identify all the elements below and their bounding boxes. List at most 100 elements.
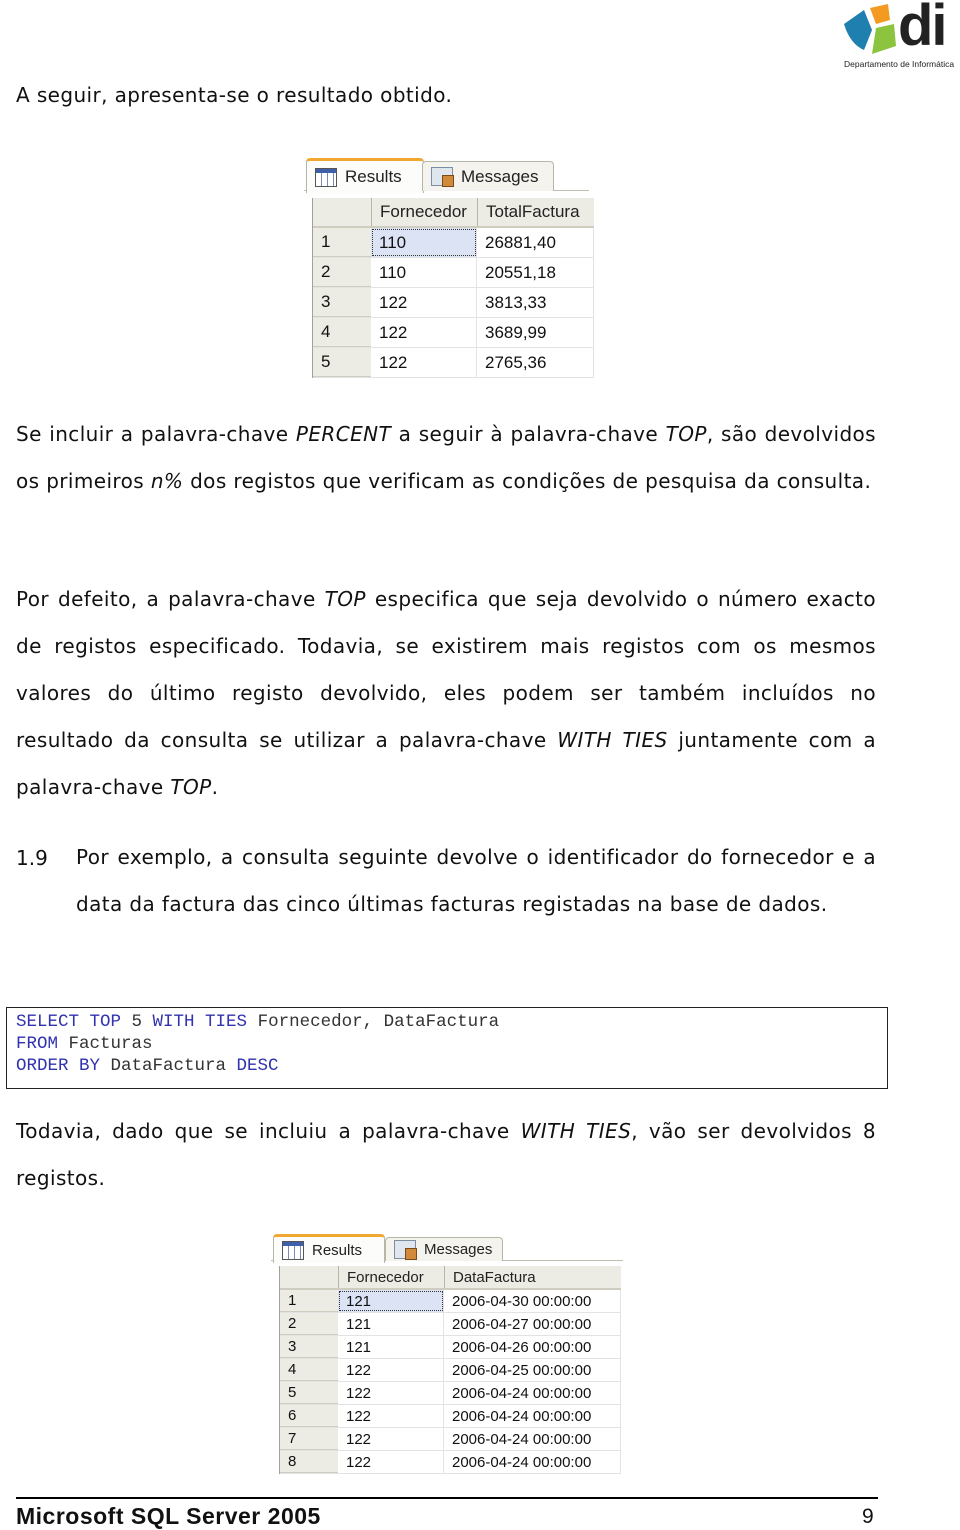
table-row[interactable]: 2 121 2006-04-27 00:00:00: [280, 1313, 621, 1336]
tab-label: Results: [312, 1241, 363, 1259]
table-row[interactable]: 4 122 3689,99: [313, 318, 594, 348]
table-cell[interactable]: 20551,18: [477, 258, 594, 287]
keyword: WITH TIES: [557, 728, 668, 752]
table-cell[interactable]: 121: [338, 1336, 444, 1358]
sql-text: Fornecedor, DataFactura: [247, 1012, 500, 1032]
grid-header: Fornecedor TotalFactura: [313, 198, 594, 228]
tab-results[interactable]: Results: [273, 1234, 385, 1263]
tab-label: Messages: [461, 166, 539, 186]
results-grid: Fornecedor DataFactura 1 121 2006-04-30 00…: [279, 1266, 621, 1474]
row-number: 4: [313, 318, 371, 347]
tab-messages[interactable]: Messages: [385, 1237, 503, 1261]
row-number: 4: [280, 1359, 338, 1381]
tab-messages[interactable]: Messages: [422, 161, 554, 191]
grid-header: Fornecedor DataFactura: [280, 1266, 621, 1290]
table-cell[interactable]: 3689,99: [477, 318, 594, 347]
intro-paragraph: A seguir, apresenta-se o resultado obtid…: [16, 83, 453, 107]
table-cell[interactable]: 2006-04-24 00:00:00: [444, 1451, 621, 1473]
text: a seguir à palavra-chave: [391, 422, 666, 446]
row-number: 2: [313, 258, 371, 287]
tab-label: Results: [345, 167, 402, 186]
table-cell[interactable]: 122: [371, 288, 477, 317]
ties-paragraph: Por defeito, a palavra-chave TOP especif…: [16, 576, 876, 811]
table-cell[interactable]: 26881,40: [477, 228, 594, 257]
table-cell[interactable]: 2006-04-30 00:00:00: [444, 1290, 621, 1312]
grid-icon: [282, 1240, 304, 1260]
table-cell[interactable]: 122: [371, 348, 477, 377]
keyword: TOP: [665, 422, 707, 446]
results-tabs: Results Messages: [304, 158, 589, 193]
sql-keyword: FROM: [16, 1034, 59, 1054]
sql-keyword: DESC: [236, 1056, 279, 1076]
table-cell[interactable]: 110: [371, 258, 477, 287]
table-row[interactable]: 2 110 20551,18: [313, 258, 594, 288]
code-line: ORDER BY DataFactura DESC: [16, 1055, 878, 1077]
table-cell[interactable]: 2006-04-27 00:00:00: [444, 1313, 621, 1335]
row-number: 3: [313, 288, 371, 317]
sql-code-block: SELECT TOP 5 WITH TIES Fornecedor, DataF…: [6, 1007, 888, 1089]
text: Todavia, dado que se incluiu a palavra-c…: [16, 1119, 521, 1143]
tab-label: Messages: [424, 1241, 493, 1258]
table-cell[interactable]: 2006-04-24 00:00:00: [444, 1382, 621, 1404]
table-cell[interactable]: 2006-04-25 00:00:00: [444, 1359, 621, 1381]
table-row[interactable]: 5 122 2006-04-24 00:00:00: [280, 1382, 621, 1405]
table-row[interactable]: 8 122 2006-04-24 00:00:00: [280, 1451, 621, 1474]
row-number: 2: [280, 1313, 338, 1335]
row-number-header: [280, 1266, 338, 1288]
table-cell[interactable]: 122: [338, 1451, 444, 1473]
row-number: 1: [280, 1290, 338, 1312]
table-cell[interactable]: 2006-04-26 00:00:00: [444, 1336, 621, 1358]
row-number-header: [313, 198, 371, 226]
messages-icon: [431, 167, 454, 187]
column-header[interactable]: Fornecedor: [371, 198, 477, 226]
table-cell[interactable]: 2765,36: [477, 348, 594, 377]
row-number: 6: [280, 1405, 338, 1427]
text: Por defeito, a palavra-chave: [16, 587, 325, 611]
sql-keyword: WITH TIES: [152, 1012, 248, 1032]
table-row[interactable]: 7 122 2006-04-24 00:00:00: [280, 1428, 621, 1451]
column-header[interactable]: DataFactura: [444, 1266, 621, 1288]
footer-divider: [16, 1497, 878, 1499]
table-row[interactable]: 5 122 2765,36: [313, 348, 594, 378]
logo-department: Departamento de Informática: [844, 59, 955, 69]
row-number: 5: [280, 1382, 338, 1404]
results-tabs: Results Messages: [271, 1234, 623, 1263]
table-cell[interactable]: 121: [338, 1313, 444, 1335]
table-cell[interactable]: 122: [338, 1382, 444, 1404]
column-header[interactable]: Fornecedor: [338, 1266, 444, 1288]
footer-title: Microsoft SQL Server 2005: [16, 1503, 321, 1529]
tab-results[interactable]: Results: [306, 158, 424, 193]
sql-text: DataFactura: [100, 1056, 237, 1076]
code-line: FROM Facturas: [16, 1033, 878, 1055]
table-cell[interactable]: 3813,33: [477, 288, 594, 317]
table-row[interactable]: 6 122 2006-04-24 00:00:00: [280, 1405, 621, 1428]
table-row[interactable]: 4 122 2006-04-25 00:00:00: [280, 1359, 621, 1382]
table-row[interactable]: 1 121 2006-04-30 00:00:00: [280, 1290, 621, 1313]
text: dos registos que verificam as condições …: [183, 469, 872, 493]
table-cell[interactable]: 110: [371, 228, 477, 257]
sql-keyword: SELECT TOP: [16, 1012, 132, 1032]
table-cell[interactable]: 122: [338, 1405, 444, 1427]
table-cell[interactable]: 2006-04-24 00:00:00: [444, 1405, 621, 1427]
table-cell[interactable]: 122: [371, 318, 477, 347]
percent-paragraph: Se incluir a palavra-chave PERCENT a seg…: [16, 411, 876, 505]
table-cell[interactable]: 121: [338, 1290, 444, 1312]
table-row[interactable]: 3 122 3813,33: [313, 288, 594, 318]
keyword: TOP: [170, 775, 212, 799]
table-cell[interactable]: 122: [338, 1359, 444, 1381]
logo-text: di: [898, 0, 948, 58]
keyword: n%: [150, 469, 184, 493]
table-cell[interactable]: 2006-04-24 00:00:00: [444, 1428, 621, 1450]
table-row[interactable]: 3 121 2006-04-26 00:00:00: [280, 1336, 621, 1359]
sql-text: 5: [131, 1012, 153, 1032]
row-number: 1: [313, 228, 371, 257]
row-number: 5: [313, 348, 371, 377]
logo-mark-icon: [844, 4, 896, 54]
keyword: TOP: [324, 587, 366, 611]
keyword: PERCENT: [295, 422, 392, 446]
column-header[interactable]: TotalFactura: [477, 198, 594, 226]
results-panel-2: Results Messages Fornecedor DataFactura …: [271, 1234, 623, 1474]
table-cell[interactable]: 122: [338, 1428, 444, 1450]
results-grid: Fornecedor TotalFactura 1 110 26881,40 2 110…: [312, 198, 594, 378]
table-row[interactable]: 1 110 26881,40: [313, 228, 594, 258]
